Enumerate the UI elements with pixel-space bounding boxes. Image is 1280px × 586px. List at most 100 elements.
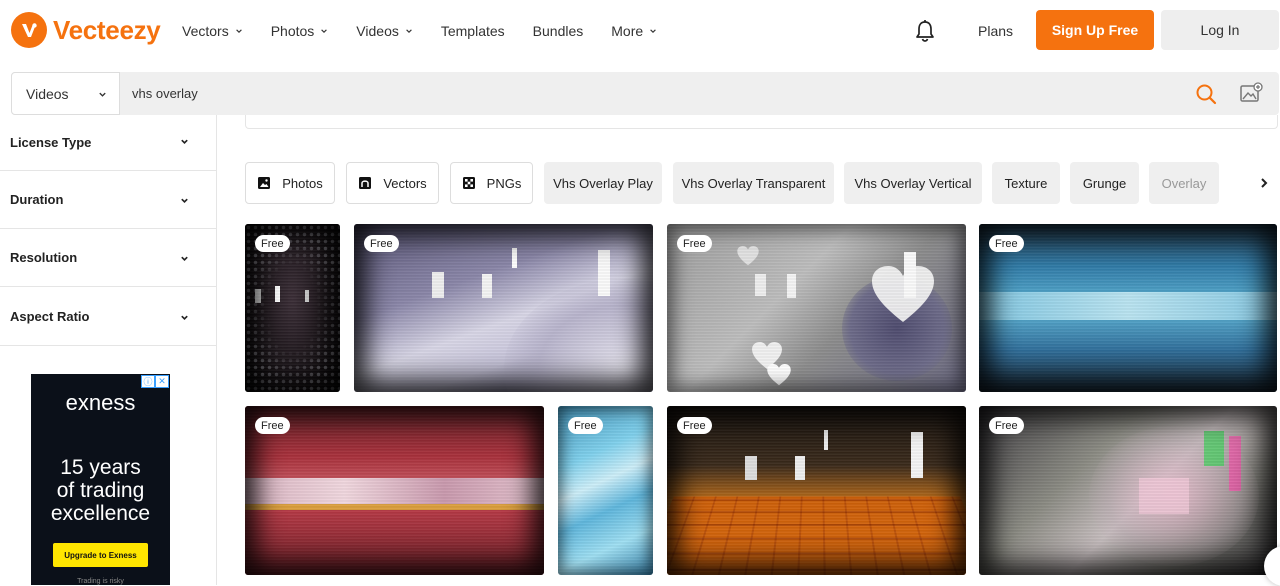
chevron-down-icon [181,139,188,144]
chip-pngs[interactable]: PNGs [450,162,533,204]
free-badge: Free [255,235,290,252]
photo-icon [258,177,271,189]
vignette [667,406,966,575]
search-type-select[interactable]: Videos [11,72,120,115]
filter-label: License Type [10,135,92,150]
search-icon[interactable] [1195,83,1217,105]
main-nav: Vectors Photos Videos Templates Bundles … [182,0,685,62]
nav-label: Videos [356,23,399,39]
filter-duration[interactable]: Duration [0,171,216,229]
bell-icon[interactable] [914,19,936,43]
filter-resolution[interactable]: Resolution [0,229,216,287]
search-type-value: Videos [26,85,69,102]
ad-headline-line: of trading [56,479,145,502]
chevron-down-icon [99,92,106,97]
chip-grunge[interactable]: Grunge [1070,162,1139,204]
log-in-button[interactable]: Log In [1161,10,1279,50]
result-thumbnail[interactable]: Free [667,224,966,392]
vecteezy-logo-icon [11,12,47,48]
ad-headline-line: 15 years [60,456,141,479]
chevron-down-icon [181,315,188,320]
free-badge: Free [677,417,712,434]
result-thumbnail[interactable]: Free [245,224,340,392]
chevron-down-icon [181,256,188,261]
free-badge: Free [677,235,712,252]
chip-vhs-overlay-vertical[interactable]: Vhs Overlay Vertical [844,162,982,204]
chevron-down-icon [650,29,656,33]
free-badge: Free [989,417,1024,434]
chip-label: Vhs Overlay Vertical [854,175,972,191]
png-checker-icon [462,177,475,189]
nav-templates[interactable]: Templates [441,23,505,39]
vignette [979,224,1277,392]
chevron-down-icon [321,29,328,33]
vignette [245,406,544,575]
chip-label: Vhs Overlay Transparent [681,175,826,191]
chip-texture[interactable]: Texture [992,162,1060,204]
chevron-right-icon[interactable] [1256,175,1272,191]
chip-vectors[interactable]: Vectors [346,162,439,204]
vignette [979,406,1277,575]
nav-label: Photos [270,23,315,39]
chip-label: PNGs [486,175,522,191]
chip-overlay[interactable]: Overlay [1149,162,1219,204]
ad-disclaimer: Trading is risky [77,578,124,585]
ad-close-icon[interactable]: ✕ [155,375,169,388]
ad-choices-badge[interactable]: ⓘ ✕ [141,375,169,388]
filter-label: Resolution [10,250,78,265]
result-thumbnail[interactable]: Free [558,406,653,575]
nav-more[interactable]: More [611,23,657,39]
plans-link[interactable]: Plans [978,23,1013,39]
nav-label: More [611,23,644,39]
top-header: Vecteezy Vectors Photos Videos Templates… [0,0,1280,62]
nav-label: Bundles [532,23,584,39]
filter-aspect-ratio[interactable]: Aspect Ratio [0,288,216,346]
logo-text: Vecteezy [53,14,161,45]
filter-license-type[interactable]: License Type [0,115,216,171]
result-thumbnail[interactable]: Free [979,406,1277,575]
nav-label: Templates [440,23,505,39]
vignette [667,224,966,392]
free-badge: Free [568,417,603,434]
ad-headline: 15 years of trading excellence [31,456,170,525]
chevron-down-icon [406,29,412,33]
nav-bundles[interactable]: Bundles [533,23,584,39]
image-search-icon[interactable] [1239,82,1263,104]
chevron-down-icon [235,29,242,33]
sign-up-button[interactable]: Sign Up Free [1036,10,1154,50]
chip-label: Vhs Overlay Play [553,175,653,191]
free-badge: Free [255,417,290,434]
search-bar: Videos [11,72,1279,115]
filter-label: Aspect Ratio [10,309,90,324]
nav-label: Vectors [182,23,229,39]
vecteezy-logo[interactable]: Vecteezy [11,12,161,48]
ad-info-icon[interactable]: ⓘ [141,375,155,388]
chip-label: Grunge [1082,175,1127,191]
free-badge: Free [989,235,1024,252]
ad-headline-line: excellence [50,502,151,525]
chip-label: Texture [1004,175,1048,191]
nav-videos[interactable]: Videos [356,23,413,39]
chip-label: Photos [282,175,323,191]
vignette [354,224,653,392]
result-thumbnail[interactable]: Free [354,224,653,392]
ad-cta-button[interactable]: Upgrade to Exness [53,543,148,567]
chevron-down-icon [181,198,188,203]
advertisement[interactable]: ⓘ ✕ exness 15 years of trading excellenc… [31,374,170,585]
results-top-strip [245,115,1278,129]
result-thumbnail[interactable]: Free [245,406,544,575]
ad-brand: exness [65,390,136,415]
related-chips: Photos Vectors PNGs Vhs Overlay Play Vhs… [245,162,1280,204]
filter-label: Duration [10,192,64,207]
result-thumbnail[interactable]: Free [979,224,1277,392]
chip-label: Overlay [1161,175,1207,191]
nav-vectors[interactable]: Vectors [182,23,243,39]
result-thumbnail[interactable]: Free [667,406,966,575]
search-input[interactable] [132,72,1172,115]
chip-vhs-overlay-play[interactable]: Vhs Overlay Play [544,162,662,204]
chip-vhs-overlay-transparent[interactable]: Vhs Overlay Transparent [673,162,834,204]
chip-photos[interactable]: Photos [245,162,335,204]
free-badge: Free [364,235,399,252]
nav-photos[interactable]: Photos [271,23,329,39]
chip-label: Vectors [383,175,427,191]
